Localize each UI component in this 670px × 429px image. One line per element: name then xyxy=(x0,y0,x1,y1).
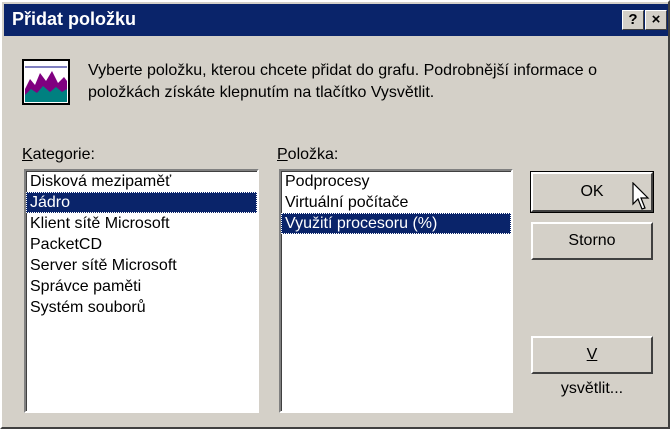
mouse-pointer-icon xyxy=(632,182,650,210)
category-item-selected[interactable]: Jádro xyxy=(26,192,257,213)
item-label-accel: P xyxy=(277,146,288,163)
category-label-accel: K xyxy=(22,146,33,163)
close-button[interactable]: × xyxy=(645,10,667,30)
category-listbox[interactable]: Disková mezipaměť Jádro Klient sítě Micr… xyxy=(24,169,259,413)
category-item[interactable]: Disková mezipaměť xyxy=(26,171,257,192)
cancel-button-label: Storno xyxy=(568,232,616,249)
help-icon: ? xyxy=(628,11,638,28)
title-bar[interactable]: Přidat položku ? × xyxy=(4,4,668,36)
category-label-rest: ategorie: xyxy=(32,146,95,163)
explain-button-label: Vysvětlit... xyxy=(533,338,651,406)
item-listbox[interactable]: Podprocesy Virtuální počítače Využití pr… xyxy=(279,169,513,413)
category-item[interactable]: Klient sítě Microsoft xyxy=(26,213,257,234)
explain-button[interactable]: Vysvětlit... xyxy=(531,336,653,397)
item-option-selected[interactable]: Využití procesoru (%) xyxy=(281,213,511,234)
item-option[interactable]: Podprocesy xyxy=(281,171,511,192)
cancel-button[interactable]: Storno xyxy=(531,222,653,260)
instructions-text: Vyberte položku, kterou chcete přidat do… xyxy=(88,62,598,101)
item-label: Položka: xyxy=(277,146,338,164)
explain-rest: ysvětlit... xyxy=(560,380,624,397)
item-label-rest: oložka: xyxy=(287,146,339,163)
item-option[interactable]: Virtuální počítače xyxy=(281,192,511,213)
explain-accel: V xyxy=(586,346,598,363)
category-item[interactable]: Systém souborů xyxy=(26,297,257,318)
add-item-dialog: Přidat položku ? × Vyberte položku, kter… xyxy=(0,0,670,429)
category-item[interactable]: Správce paměti xyxy=(26,276,257,297)
performance-chart-icon xyxy=(22,59,70,105)
category-item[interactable]: PacketCD xyxy=(26,234,257,255)
category-item[interactable]: Server sítě Microsoft xyxy=(26,255,257,276)
category-label: Kategorie: xyxy=(22,146,95,164)
dialog-title: Přidat položku xyxy=(12,9,137,29)
help-button[interactable]: ? xyxy=(622,10,644,30)
close-icon: × xyxy=(651,11,661,28)
